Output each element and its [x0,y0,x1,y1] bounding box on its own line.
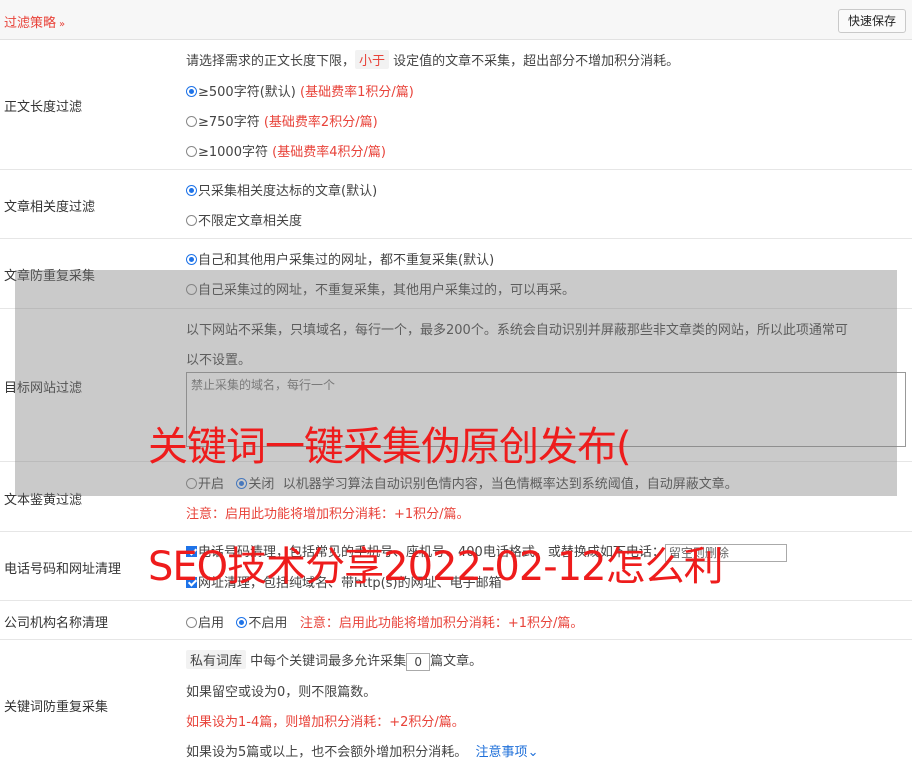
relevance-filter-label: 文章相关度过滤 [4,200,96,215]
radio-selected-icon[interactable] [236,617,248,628]
radio-selected-icon[interactable] [186,185,197,196]
phone-clean-label: 电话号码和网址清理 [4,562,122,577]
length-filter-intro: 请选择需求的正文长度下限， 小于 设定值的文章不采集，超出部分不增加积分消耗。 [186,50,679,69]
keyword-dedup-line2: 如果留空或设为0，则不限篇数。 [186,685,377,700]
option-text: 不限定文章相关度 [198,214,303,229]
length-filter-label: 正文长度过滤 [4,100,83,115]
intro-text-tail: 设定值的文章不采集，超出部分不增加积分消耗。 [389,54,680,69]
option-text: ≥1000字符 [198,145,268,160]
quick-save-button[interactable]: 快速保存 [837,9,906,33]
filter-header-bar: 过滤策略» 快速保存 [0,0,912,40]
intro-text: 请选择需求的正文长度下限， [186,54,356,69]
option-rate: (基础费率1积分/篇) [300,85,414,100]
line-text-tail: 篇文章。 [430,654,483,669]
filter-strategy-title: 过滤策略 [4,16,57,31]
length-filter-row: 正文长度过滤 请选择需求的正文长度下限， 小于 设定值的文章不采集，超出部分不增加… [0,40,912,170]
org-clean-options: 启用 不启用 注意：启用此功能将增加积分消耗：+1积分/篇。 [186,612,583,631]
option-text: 启用 [198,616,225,631]
org-clean-row: 公司机构名称清理 启用 不启用 注意：启用此功能将增加积分消耗：+1积分/篇。 [0,601,912,640]
keyword-dedup-line4: 如果设为5篇或以上，也不会额外增加积分消耗。 注意事项⌄ [186,741,538,760]
line-text: 如果设为5篇或以上，也不会额外增加积分消耗。 [186,745,468,760]
keyword-dedup-row: 关键词防重复采集 私有词库 中每个关键词最多允许采集 0 篇文章。 如果留空或设为0… [0,640,912,768]
keyword-dedup-line1: 私有词库 中每个关键词最多允许采集 0 篇文章。 [186,650,482,671]
radio-icon[interactable] [186,146,197,157]
filter-strategy-toggle[interactable]: 过滤策略» [4,12,65,31]
org-clean-label: 公司机构名称清理 [4,616,109,631]
option-rate: (基础费率4积分/篇) [272,145,386,160]
watermark-line-1: 关键词一键采集伪原创发布( [148,424,632,470]
keyword-dedup-line3: 如果设为1-4篇，则增加积分消耗：+2积分/篇。 [186,715,465,730]
length-option-1000[interactable]: ≥1000字符 (基础费率4积分/篇) [186,141,386,160]
relevance-filter-row: 文章相关度过滤 只采集相关度达标的文章(默认) 不限定文章相关度 [0,170,912,239]
keyword-dedup-label: 关键词防重复采集 [4,700,109,715]
dedup-option-all[interactable]: 自己和其他用户采集过的网址，都不重复采集(默认) [186,249,494,268]
option-text: 自己和其他用户采集过的网址，都不重复采集(默认) [198,253,495,268]
radio-selected-icon[interactable] [186,254,197,265]
porn-filter-note: 注意：启用此功能将增加积分消耗：+1积分/篇。 [186,507,470,522]
radio-icon[interactable] [186,116,197,127]
option-text: 不启用 [248,616,288,631]
length-option-750[interactable]: ≥750字符 (基础费率2积分/篇) [186,111,378,130]
notes-link-text: 注意事项 [475,745,528,760]
option-text: ≥500字符(默认) [198,85,296,100]
chevron-down-icon: ⌄ [527,745,539,760]
max-articles-input[interactable]: 0 [406,652,431,671]
option-text: 只采集相关度达标的文章(默认) [198,184,378,199]
radio-icon[interactable] [186,215,197,226]
option-rate: (基础费率2积分/篇) [263,115,378,130]
private-lexicon-tag[interactable]: 私有词库 [186,650,247,669]
org-clean-on[interactable]: 启用 [186,616,224,631]
org-clean-note: 注意：启用此功能将增加积分消耗：+1积分/篇。 [299,616,584,631]
line-text: 中每个关键词最多允许采集 [246,654,407,669]
relevance-option-qualified[interactable]: 只采集相关度达标的文章(默认) [186,180,377,199]
option-text: ≥750字符 [198,115,260,130]
relevance-option-unlimited[interactable]: 不限定文章相关度 [186,210,302,229]
radio-selected-icon[interactable] [186,86,197,97]
org-clean-off[interactable]: 不启用 [236,616,287,631]
chevron-down-icon: » [59,19,66,30]
less-than-tag: 小于 [355,50,390,69]
notes-link[interactable]: 注意事项⌄ [476,745,539,760]
length-option-500[interactable]: ≥500字符(默认) (基础费率1积分/篇) [186,81,414,100]
watermark-line-2: SEO技术分享2022-02-12怎么利 [148,544,724,590]
radio-icon[interactable] [186,617,197,628]
